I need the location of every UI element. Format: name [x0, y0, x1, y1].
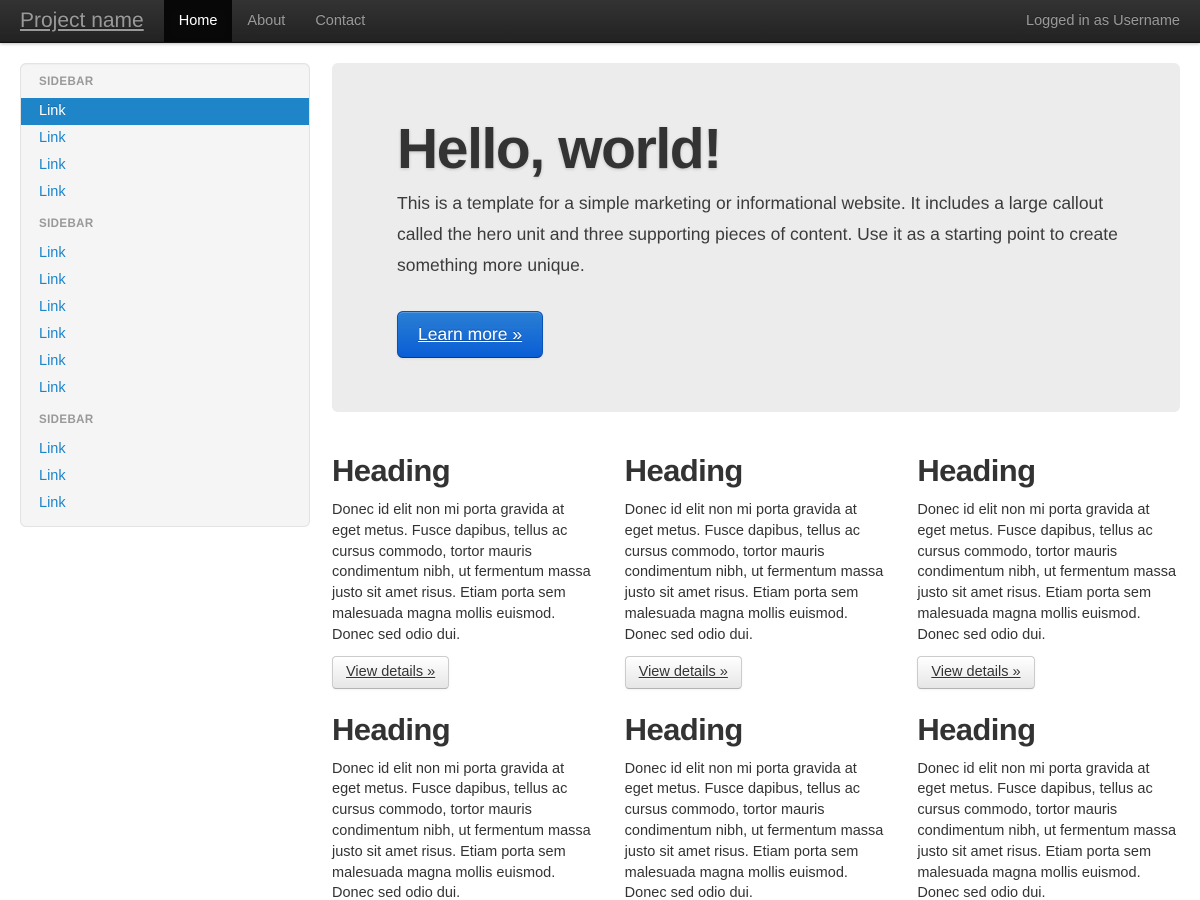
card-heading: Heading — [917, 710, 1180, 749]
sidebar-item-link[interactable]: Link — [21, 436, 309, 463]
content-card: Heading Donec id elit non mi porta gravi… — [917, 710, 1180, 900]
card-heading: Heading — [332, 451, 595, 490]
card-heading: Heading — [625, 451, 888, 490]
card-body-text: Donec id elit non mi porta gravida at eg… — [917, 759, 1180, 900]
user-status-text: Logged in as Username — [1006, 0, 1200, 42]
sidebar-item-link[interactable]: Link — [21, 321, 309, 348]
page-container: SIDEBAR Link Link Link Link SIDEBAR Link… — [0, 43, 1200, 900]
card-body-text: Donec id elit non mi porta gravida at eg… — [625, 500, 888, 646]
content-card: Heading Donec id elit non mi porta gravi… — [625, 451, 888, 689]
sidebar-item-link[interactable]: Link — [21, 463, 309, 490]
hero-unit: Hello, world! This is a template for a s… — [332, 63, 1180, 412]
card-heading: Heading — [917, 451, 1180, 490]
view-details-button[interactable]: View details » — [332, 656, 449, 689]
card-heading: Heading — [332, 710, 595, 749]
sidebar-item-link[interactable]: Link — [21, 240, 309, 267]
top-navbar: Project name Home About Contact Logged i… — [0, 0, 1200, 43]
sidebar-item-link[interactable]: Link — [21, 98, 309, 125]
nav-link-about[interactable]: About — [232, 0, 300, 42]
content-card: Heading Donec id elit non mi porta gravi… — [917, 451, 1180, 689]
content-card: Heading Donec id elit non mi porta gravi… — [332, 451, 595, 689]
sidebar-group-3: SIDEBAR Link Link Link — [21, 402, 309, 517]
sidebar-item-link[interactable]: Link — [21, 375, 309, 402]
view-details-button[interactable]: View details » — [625, 656, 742, 689]
sidebar-item-link[interactable]: Link — [21, 152, 309, 179]
nav-link-home[interactable]: Home — [164, 0, 233, 42]
cards-row-2: Heading Donec id elit non mi porta gravi… — [332, 710, 1180, 900]
learn-more-button[interactable]: Learn more » — [397, 311, 543, 358]
card-body-text: Donec id elit non mi porta gravida at eg… — [917, 500, 1180, 646]
content-card: Heading Donec id elit non mi porta gravi… — [625, 710, 888, 900]
sidebar-column: SIDEBAR Link Link Link Link SIDEBAR Link… — [20, 43, 310, 900]
card-body-text: Donec id elit non mi porta gravida at eg… — [332, 500, 595, 646]
hero-lead-text: This is a template for a simple marketin… — [397, 188, 1120, 281]
sidebar-item-link[interactable]: Link — [21, 267, 309, 294]
sidebar-item-link[interactable]: Link — [21, 490, 309, 517]
card-heading: Heading — [625, 710, 888, 749]
nav-link-contact[interactable]: Contact — [300, 0, 380, 42]
sidebar-item-link[interactable]: Link — [21, 179, 309, 206]
sidebar-group-header: SIDEBAR — [21, 402, 309, 436]
sidebar-item-link[interactable]: Link — [21, 348, 309, 375]
primary-nav: Home About Contact — [164, 0, 381, 42]
card-body-text: Donec id elit non mi porta gravida at eg… — [332, 759, 595, 900]
sidebar-group-header: SIDEBAR — [21, 206, 309, 240]
view-details-button[interactable]: View details » — [917, 656, 1034, 689]
sidebar-item-link[interactable]: Link — [21, 294, 309, 321]
content-card: Heading Donec id elit non mi porta gravi… — [332, 710, 595, 900]
cards-row-1: Heading Donec id elit non mi porta gravi… — [332, 451, 1180, 689]
sidebar-group-1: SIDEBAR Link Link Link Link — [21, 64, 309, 206]
sidebar-group-2: SIDEBAR Link Link Link Link Link Link — [21, 206, 309, 402]
brand-project-name[interactable]: Project name — [0, 0, 164, 42]
hero-title: Hello, world! — [397, 121, 1120, 178]
sidebar-item-link[interactable]: Link — [21, 125, 309, 152]
card-body-text: Donec id elit non mi porta gravida at eg… — [625, 759, 888, 900]
sidebar-group-header: SIDEBAR — [21, 64, 309, 98]
sidebar-panel: SIDEBAR Link Link Link Link SIDEBAR Link… — [20, 63, 310, 527]
main-column: Hello, world! This is a template for a s… — [310, 43, 1180, 900]
